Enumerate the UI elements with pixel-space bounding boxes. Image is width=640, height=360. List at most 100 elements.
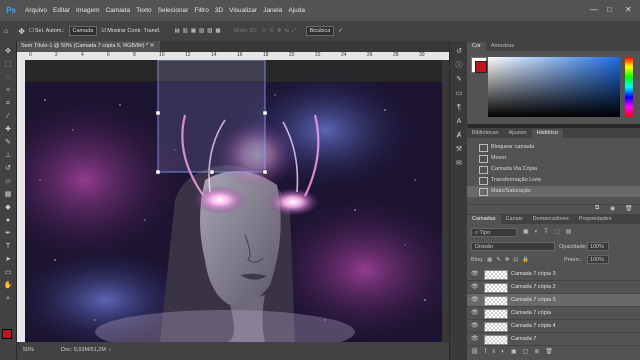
home-icon[interactable]: ⌂ xyxy=(4,28,8,35)
blur-icon[interactable]: ◆ xyxy=(3,203,13,212)
menu-camada[interactable]: Camada xyxy=(103,7,134,14)
fill-input[interactable]: 100% xyxy=(587,255,609,264)
shape-icon[interactable]: ▭ xyxy=(3,268,13,277)
eyedropper-icon[interactable]: ⁄ xyxy=(3,112,13,121)
close-tab-icon[interactable]: ✕ xyxy=(150,43,155,49)
zoom-level[interactable]: 50% xyxy=(23,347,34,353)
move-icon[interactable]: ✥ xyxy=(3,47,13,56)
history-item[interactable]: Transformação Livre xyxy=(467,175,640,186)
tab-demarcadores[interactable]: Demarcadores xyxy=(528,215,574,224)
camera-icon[interactable]: ◉ xyxy=(610,205,615,212)
eye-icon[interactable]: 👁 xyxy=(471,320,479,332)
paragraph-panel-icon[interactable]: ¶ xyxy=(454,103,464,112)
quick-select-icon[interactable]: ✧ xyxy=(3,86,13,95)
document-tab[interactable]: Sem Título-1 @ 50% (Camada 7 cópia 5, RG… xyxy=(17,41,160,52)
layer-row-selected[interactable]: 👁 Camada 7 cópia 5 xyxy=(467,294,640,307)
swatch-panel-icon[interactable]: ▭ xyxy=(454,89,464,98)
hand-icon[interactable]: ✋ xyxy=(3,281,13,290)
pen-icon[interactable]: ✒ xyxy=(3,229,13,238)
type-icon[interactable]: T xyxy=(3,242,13,251)
menu-selecionar[interactable]: Selecionar xyxy=(155,7,192,14)
dodge-icon[interactable]: ● xyxy=(3,216,13,225)
vertical-scrollbar[interactable] xyxy=(442,60,449,342)
brush-panel-icon[interactable]: ✎ xyxy=(454,75,464,84)
layer-row[interactable]: 👁 Camada 7 cópia 3 xyxy=(467,268,640,281)
healing-icon[interactable]: ✚ xyxy=(3,125,13,134)
history-item-selected[interactable]: Matiz/Saturação xyxy=(467,186,640,197)
info-panel-icon[interactable]: ⓘ xyxy=(454,61,464,70)
layer-row[interactable]: 👁 Camada 7 xyxy=(467,333,640,346)
color-field[interactable] xyxy=(488,57,620,117)
maximize-icon[interactable]: □ xyxy=(607,5,612,14)
tab-historico[interactable]: Histórico xyxy=(531,129,564,138)
eraser-icon[interactable]: ▱ xyxy=(3,177,13,186)
history-brush-icon[interactable]: ↺ xyxy=(3,164,13,173)
menu-janela[interactable]: Janela xyxy=(260,7,285,14)
glyph-panel-icon[interactable]: Ⱥ xyxy=(454,131,464,140)
zoom-icon[interactable]: ⌕ xyxy=(3,294,13,303)
history-item[interactable]: Bloquear camada xyxy=(467,142,640,153)
auto-select-target-dropdown[interactable]: Camada xyxy=(68,26,98,36)
close-icon[interactable]: ✕ xyxy=(625,5,632,14)
interpolation-dropdown[interactable]: Bicúbica xyxy=(305,26,335,36)
move-tool-icon[interactable]: ✥ xyxy=(18,27,25,36)
brush-icon[interactable]: ✎ xyxy=(3,138,13,147)
minimize-icon[interactable]: — xyxy=(590,5,598,14)
comment-panel-icon[interactable]: ✉ xyxy=(454,159,464,168)
tool-preset-icon[interactable]: ⚒ xyxy=(454,145,464,154)
history-item[interactable]: Mover xyxy=(467,153,640,164)
commit-icon[interactable]: ✓ xyxy=(338,28,343,34)
align-icons[interactable]: ▤▥▦▧▨▩ xyxy=(174,28,223,34)
tab-propriedades[interactable]: Propriedades xyxy=(574,215,617,224)
tab-bibliotecas[interactable]: Bibliotecas xyxy=(467,129,504,138)
foreground-color-swatch[interactable] xyxy=(475,61,487,73)
path-select-icon[interactable]: ➤ xyxy=(3,255,13,264)
menu-arquivo[interactable]: Arquivo xyxy=(22,7,50,14)
ruler-label: 10 xyxy=(159,52,165,58)
eye-icon[interactable]: 👁 xyxy=(471,294,479,306)
tab-amostras[interactable]: Amostras xyxy=(486,42,519,51)
menu-filtro[interactable]: Filtro xyxy=(191,7,211,14)
menu-imagem[interactable]: Imagem xyxy=(73,7,102,14)
status-arrow-icon[interactable]: › xyxy=(109,347,111,353)
layer-row[interactable]: 👁 Camada 7 cópia 4 xyxy=(467,320,640,333)
history-panel-icon[interactable]: ↺ xyxy=(454,47,464,56)
tab-ajustes[interactable]: Ajustes xyxy=(504,129,532,138)
layer-row[interactable]: 👁 Camada 7 cópia 2 xyxy=(467,281,640,294)
new-document-from-state-icon[interactable]: ⧉ xyxy=(595,205,599,212)
lasso-icon[interactable]: ◌ xyxy=(3,73,13,82)
menu-ajuda[interactable]: Ajuda xyxy=(285,7,308,14)
auto-select-checkbox[interactable]: ☐ xyxy=(29,28,34,34)
menu-visualizar[interactable]: Visualizar xyxy=(226,7,260,14)
crop-icon[interactable]: ⌗ xyxy=(3,99,13,108)
layer-row[interactable]: 👁 Camada 7 cópia xyxy=(467,307,640,320)
mode-3d-icons[interactable]: ◎⟲✥⇆⤢ xyxy=(262,28,300,35)
canvas-image[interactable] xyxy=(25,60,442,342)
eye-icon[interactable]: 👁 xyxy=(471,268,479,280)
tab-cor[interactable]: Cor xyxy=(467,42,486,51)
tab-canais[interactable]: Canais xyxy=(501,215,528,224)
layer-filter-icons[interactable]: ▣◐T⬚▤ xyxy=(523,228,577,235)
gradient-icon[interactable]: ▦ xyxy=(3,190,13,199)
eye-icon[interactable]: 👁 xyxy=(471,333,479,345)
hue-slider[interactable] xyxy=(625,57,633,117)
menu-editar[interactable]: Editar xyxy=(50,7,73,14)
history-item[interactable]: Camada Via Cópia xyxy=(467,164,640,175)
trash-icon[interactable]: 🗑 xyxy=(625,205,633,212)
toolbar-foreground-color[interactable] xyxy=(2,329,12,339)
marquee-icon[interactable]: ⬚ xyxy=(3,60,13,69)
clone-stamp-icon[interactable]: ⊥ xyxy=(3,151,13,160)
character-panel-icon[interactable]: A xyxy=(454,117,464,126)
tab-camadas[interactable]: Camadas xyxy=(467,215,501,224)
menu-3d[interactable]: 3D xyxy=(212,7,226,14)
eye-icon[interactable]: 👁 xyxy=(471,307,479,319)
blend-mode-dropdown[interactable]: Divisão xyxy=(471,242,555,251)
opacity-input[interactable]: 100% xyxy=(587,242,609,251)
eye-icon[interactable]: 👁 xyxy=(471,281,479,293)
layer-filter-dropdown[interactable]: ⌕ Tipo xyxy=(471,228,517,237)
lock-icons[interactable]: ▦✎✥⊡🔒 xyxy=(487,257,533,263)
canvas-area[interactable] xyxy=(25,60,442,342)
layer-footer-icons[interactable]: ⛓fx◐▣▢⊕🗑 xyxy=(471,348,559,355)
menu-texto[interactable]: Texto xyxy=(133,7,155,14)
show-transform-checkbox[interactable]: ☑ xyxy=(101,28,106,34)
